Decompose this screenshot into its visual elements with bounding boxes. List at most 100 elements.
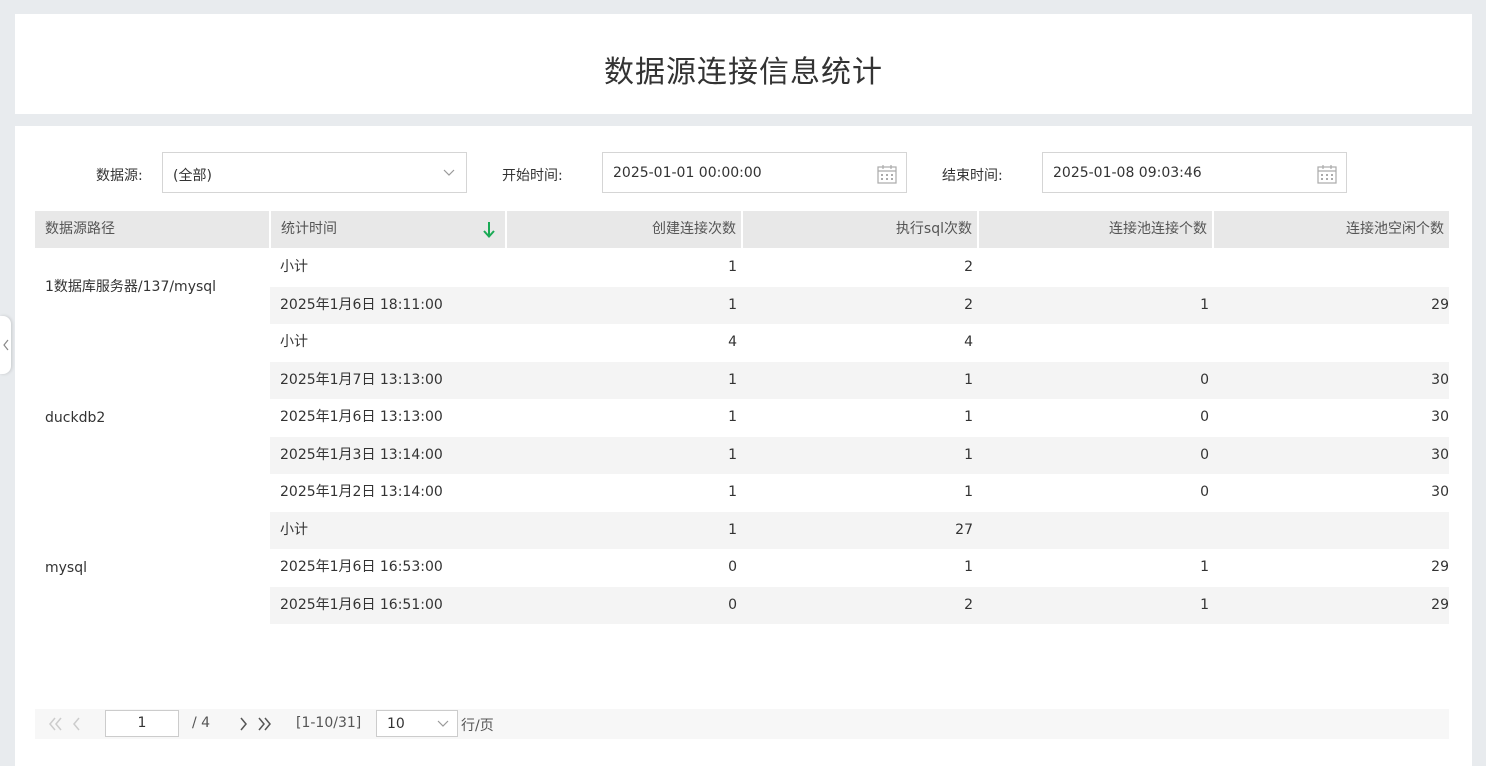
cell-idle: 30 (1431, 446, 1449, 463)
calendar-icon[interactable] (876, 163, 898, 185)
cell-create: 1 (728, 521, 737, 538)
cell-time: 小计 (280, 259, 308, 275)
cell-exec: 1 (964, 409, 973, 425)
cell-exec: 1 (964, 484, 973, 500)
table-row[interactable]: 小计 4 4 (270, 324, 1449, 362)
cell-create: 1 (728, 296, 737, 313)
chevron-left-icon (2, 339, 8, 351)
cell-time: 2025年1月3日 13:14:00 (280, 446, 443, 463)
cell-exec: 2 (964, 296, 973, 313)
column-header-time[interactable]: 统计时间 (271, 211, 505, 248)
table-row[interactable]: 小计 1 2 (270, 249, 1449, 287)
table-row[interactable]: 2025年1月6日 18:11:00 1 2 1 29 (270, 286, 1449, 324)
cell-create: 1 (728, 446, 737, 463)
cell-pool (978, 249, 1209, 287)
cell-pool: 0 (1200, 371, 1209, 388)
arrow-down-icon[interactable] (483, 221, 495, 238)
chevron-down-icon (437, 720, 449, 727)
cell-time: 小计 (280, 334, 308, 350)
record-range: [1-10/31] (296, 715, 362, 731)
column-header-path[interactable]: 数据源路径 (35, 211, 269, 248)
datasource-select[interactable]: (全部) (162, 152, 467, 193)
end-time-label: 结束时间: (942, 168, 1003, 184)
cell-time: 小计 (280, 521, 308, 538)
cell-pool (978, 324, 1209, 362)
table-row[interactable]: 小计 1 27 (270, 511, 1449, 550)
cell-create: 1 (728, 371, 737, 388)
column-header-create[interactable]: 创建连接次数 (507, 211, 741, 248)
calendar-icon[interactable] (1316, 163, 1338, 185)
start-time-field[interactable]: 2025-01-01 00:00:00 (602, 152, 907, 193)
cell-idle: 29 (1431, 296, 1449, 313)
group-label: mysql (45, 560, 87, 576)
cell-pool: 0 (1200, 409, 1209, 425)
cell-pool: 1 (1200, 596, 1209, 613)
table-row[interactable]: 2025年1月2日 13:14:00 1 1 0 30 (270, 474, 1449, 512)
page-size-select[interactable]: 10 (376, 710, 458, 737)
end-time-field[interactable]: 2025-01-08 09:03:46 (1042, 152, 1347, 193)
cell-exec: 2 (964, 259, 973, 275)
group-label: 1数据库服务器/137/mysql (45, 279, 217, 295)
column-header-time-label: 统计时间 (281, 221, 337, 237)
cell-idle (1214, 249, 1449, 287)
cell-create: 4 (728, 334, 737, 350)
sidebar-toggle[interactable] (0, 316, 11, 374)
cell-exec: 1 (964, 446, 973, 463)
cell-time: 2025年1月6日 13:13:00 (280, 409, 443, 425)
cell-time: 2025年1月6日 18:11:00 (280, 296, 443, 313)
last-page-icon[interactable] (257, 715, 273, 733)
cell-time: 2025年1月2日 13:14:00 (280, 484, 443, 500)
cell-create: 1 (728, 259, 737, 275)
cell-exec: 1 (964, 559, 973, 575)
table-row[interactable]: 2025年1月7日 13:13:00 1 1 0 30 (270, 361, 1449, 399)
cell-pool: 0 (1200, 484, 1209, 500)
start-time-label: 开始时间: (502, 168, 563, 184)
end-time-value: 2025-01-08 09:03:46 (1053, 165, 1202, 181)
cell-idle: 30 (1431, 371, 1449, 388)
cell-create: 0 (728, 596, 737, 613)
column-header-pool[interactable]: 连接池连接个数 (979, 211, 1212, 248)
page-title: 数据源连接信息统计 (604, 55, 883, 90)
cell-create: 1 (728, 484, 737, 500)
column-header-idle[interactable]: 连接池空闲个数 (1214, 211, 1449, 248)
title-panel: 数据源连接信息统计 (15, 14, 1472, 114)
cell-idle: 30 (1431, 409, 1449, 425)
cell-exec: 27 (955, 521, 973, 538)
next-page-icon[interactable] (236, 715, 252, 733)
cell-idle (1214, 324, 1449, 362)
cell-idle (1214, 512, 1449, 550)
first-page-icon[interactable] (47, 715, 63, 733)
column-header-exec[interactable]: 执行sql次数 (743, 211, 977, 248)
table-body: 小计 1 2 2025年1月6日 18:11:00 1 2 1 29 小计 4 4 2025年1月7日… (35, 249, 1449, 624)
prev-page-icon[interactable] (69, 715, 85, 733)
table-row[interactable]: 2025年1月3日 13:14:00 1 1 0 30 (270, 436, 1449, 474)
cell-idle: 29 (1431, 596, 1449, 613)
datasource-value: (全部) (173, 168, 212, 184)
cell-create: 1 (728, 409, 737, 425)
cell-create: 0 (728, 559, 737, 575)
chevron-down-icon (443, 169, 455, 176)
start-time-value: 2025-01-01 00:00:00 (613, 165, 762, 181)
cell-pool: 1 (1200, 559, 1209, 575)
per-page-label: 行/页 (461, 718, 494, 734)
cell-exec: 2 (964, 596, 973, 613)
cell-time: 2025年1月6日 16:53:00 (280, 559, 443, 575)
total-pages: / 4 (192, 715, 211, 731)
group-label: duckdb2 (45, 410, 106, 426)
page-size-value: 10 (387, 716, 405, 732)
cell-pool: 1 (1200, 296, 1209, 313)
cell-pool: 0 (1200, 446, 1209, 463)
table-row[interactable]: 2025年1月6日 13:13:00 1 1 0 30 (270, 399, 1449, 437)
datasource-label: 数据源: (96, 168, 143, 184)
pagination-bar: 1 / 4 [1-10/31] 10 行/页 (35, 709, 1449, 739)
cell-time: 2025年1月7日 13:13:00 (280, 371, 443, 388)
cell-idle: 30 (1431, 484, 1449, 500)
cell-time: 2025年1月6日 16:51:00 (280, 596, 443, 613)
page-number-input[interactable]: 1 (105, 710, 179, 737)
table-row[interactable]: 2025年1月6日 16:53:00 0 1 1 29 (270, 549, 1449, 587)
table-row[interactable]: 2025年1月6日 16:51:00 0 2 1 29 (270, 586, 1449, 624)
cell-exec: 1 (964, 371, 973, 388)
cell-exec: 4 (964, 334, 973, 350)
cell-idle: 29 (1431, 559, 1449, 575)
cell-pool (978, 512, 1209, 550)
